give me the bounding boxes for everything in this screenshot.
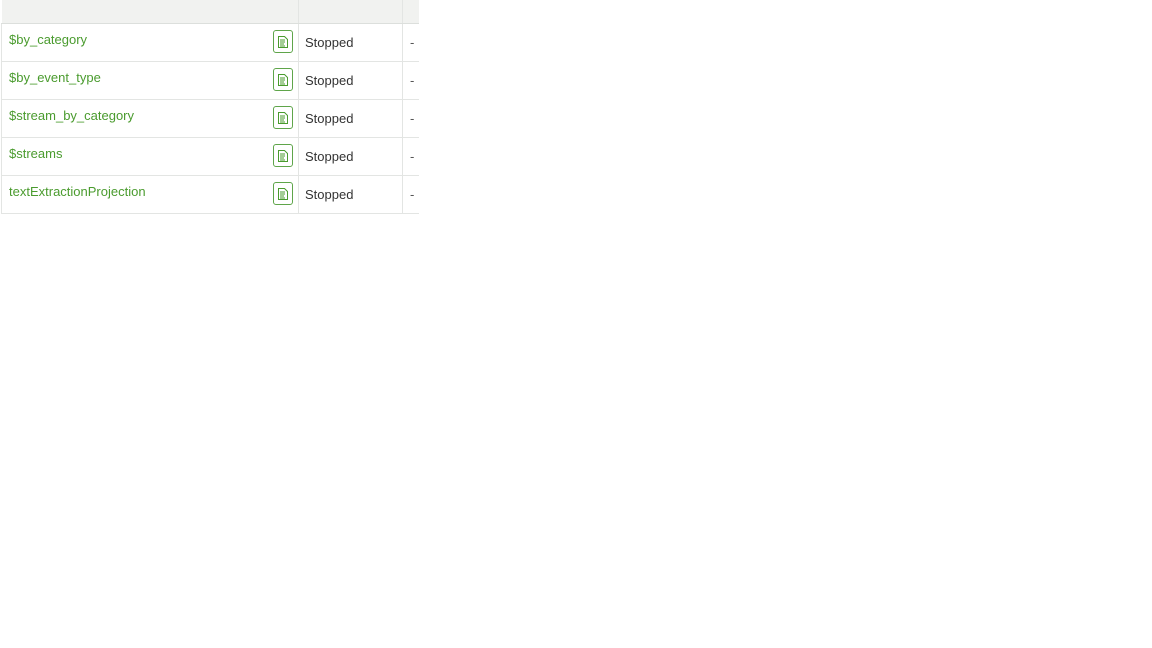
status-cell: Stopped (298, 23, 403, 62)
projection-name-link[interactable]: $stream_by_category (9, 108, 134, 123)
document-copy-icon (278, 187, 288, 200)
extra-cell: - (402, 23, 419, 62)
document-copy-icon (278, 149, 288, 162)
projection-name-cell: $streams (1, 137, 299, 176)
projection-name-cell: textExtractionProjection (1, 175, 299, 214)
projection-name-link[interactable]: $by_event_type (9, 70, 101, 85)
status-cell: Stopped (298, 99, 403, 138)
copy-button[interactable] (273, 182, 293, 205)
table-row: $by_category Stopped - (1, 23, 419, 62)
projection-name-cell: $by_category (1, 23, 299, 62)
table-row: $by_event_type Stopped - (1, 61, 419, 100)
table-body: $by_category Stopped - $by_event_type St… (1, 23, 419, 214)
extra-cell: - (402, 175, 419, 214)
table-row: $stream_by_category Stopped - (1, 99, 419, 138)
projection-name-link[interactable]: textExtractionProjection (9, 184, 146, 199)
projections-table: $by_category Stopped - $by_event_type St… (1, 0, 419, 214)
status-cell: Stopped (298, 175, 403, 214)
status-cell: Stopped (298, 137, 403, 176)
table-row: $streams Stopped - (1, 137, 419, 176)
projection-name-link[interactable]: $streams (9, 146, 62, 161)
extra-cell: - (402, 99, 419, 138)
document-copy-icon (278, 111, 288, 124)
header-name-column[interactable] (1, 0, 299, 24)
document-copy-icon (278, 35, 288, 48)
copy-button[interactable] (273, 106, 293, 129)
header-extra-column[interactable] (402, 0, 419, 24)
copy-button[interactable] (273, 68, 293, 91)
status-cell: Stopped (298, 61, 403, 100)
header-status-column[interactable] (298, 0, 403, 24)
table-header (1, 0, 419, 24)
projections-table-wrapper: $by_category Stopped - $by_event_type St… (1, 0, 419, 214)
extra-cell: - (402, 137, 419, 176)
table-row: textExtractionProjection Stopped - (1, 175, 419, 214)
projection-name-cell: $by_event_type (1, 61, 299, 100)
projection-name-cell: $stream_by_category (1, 99, 299, 138)
copy-button[interactable] (273, 30, 293, 53)
extra-cell: - (402, 61, 419, 100)
copy-button[interactable] (273, 144, 293, 167)
document-copy-icon (278, 73, 288, 86)
projection-name-link[interactable]: $by_category (9, 32, 87, 47)
header-row (1, 0, 419, 24)
